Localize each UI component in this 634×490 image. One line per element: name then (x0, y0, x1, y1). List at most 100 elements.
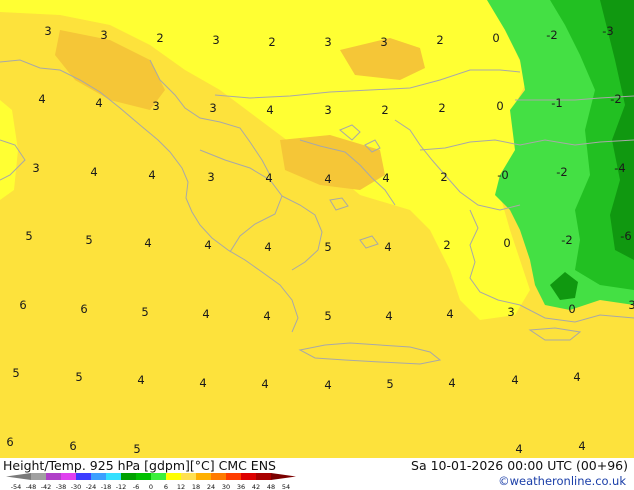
temperature-label: -2 (610, 92, 621, 106)
colorbar-swatch (31, 473, 47, 480)
temperature-label: 4 (573, 370, 580, 384)
map-title: Height/Temp. 925 hPa [gdpm][°C] CMC ENS (3, 458, 276, 473)
temperature-label: 3 (207, 170, 214, 184)
temperature-label: 4 (511, 373, 518, 387)
colorbar-label: -48 (26, 483, 37, 490)
colorbar-swatches (6, 473, 296, 480)
temperature-label: 2 (381, 103, 388, 117)
colorbar-swatch (106, 473, 122, 480)
temperature-label: -1 (551, 96, 562, 110)
temperature-label: 5 (324, 240, 331, 254)
temperature-label: 0 (568, 302, 575, 316)
temperature-label: 6 (19, 298, 26, 312)
temperature-label: 4 (202, 307, 209, 321)
forecast-datetime: Sa 10-01-2026 00:00 UTC (00+96) (411, 458, 628, 473)
colorbar-label: -30 (71, 483, 82, 490)
colorbar-label: 6 (164, 483, 168, 490)
temperature-label: 4 (578, 439, 585, 453)
colorbar-swatch (91, 473, 107, 480)
colorbar-label: 12 (177, 483, 185, 490)
colorbar-label: -38 (56, 483, 67, 490)
temperature-label: 4 (384, 240, 391, 254)
colorbar-label: 48 (267, 483, 275, 490)
temperature-label: 2 (443, 238, 450, 252)
temperature-label: 3 (324, 35, 331, 49)
temperature-label: -2 (556, 165, 567, 179)
temperature-label: 4 (515, 442, 522, 456)
colorbar: -54 -48 -42 -38 -30 -24 -18 -12 -6 0 6 12 18 24 30 36 42… (6, 473, 296, 490)
temperature-label: 5 (75, 370, 82, 384)
temperature-label: 3 (380, 35, 387, 49)
temperature-label: -0 (497, 168, 508, 182)
temperature-label: 2 (438, 101, 445, 115)
colorbar-label: -12 (116, 483, 127, 490)
credit-link[interactable]: ©weatheronline.co.uk (498, 474, 626, 488)
colorbar-label: -18 (101, 483, 112, 490)
colorbar-swatch (196, 473, 212, 480)
temperature-label: 5 (25, 229, 32, 243)
temperature-label: 5 (133, 442, 140, 456)
temperature-label: -2 (561, 233, 572, 247)
weather-map: 3 3 2 3 2 3 3 2 0 -2 -3 4 4 3 3 4 3 2 2 0 -1 -2 3 4 4 3 4 4 4 2 -0 -2 -4… (0, 0, 634, 458)
colorbar-label: 42 (252, 483, 260, 490)
colorbar-swatch (271, 473, 296, 480)
temperature-label: 5 (324, 309, 331, 323)
temperature-label: 4 (266, 103, 273, 117)
colorbar-label: 36 (237, 483, 245, 490)
temperature-label: 4 (265, 171, 272, 185)
colorbar-label: -42 (41, 483, 52, 490)
colorbar-swatch (136, 473, 152, 480)
temperature-label: 3 (152, 99, 159, 113)
colorbar-swatch (61, 473, 77, 480)
temperature-label: 0 (503, 236, 510, 250)
temperature-label: 3 (628, 298, 634, 312)
temperature-label: 4 (324, 172, 331, 186)
temperature-label: 3 (100, 28, 107, 42)
colorbar-label: 0 (149, 483, 153, 490)
temperature-label: 5 (85, 233, 92, 247)
temperature-label: 5 (141, 305, 148, 319)
temperature-label: 4 (263, 309, 270, 323)
temperature-label: 4 (95, 96, 102, 110)
colorbar-swatch (166, 473, 182, 480)
temperature-label: 4 (448, 376, 455, 390)
temperature-label: 5 (386, 377, 393, 391)
temperature-label: -4 (614, 161, 625, 175)
colorbar-label: -24 (86, 483, 97, 490)
colorbar-swatch (256, 473, 272, 480)
temperature-label: 6 (6, 435, 13, 449)
temperature-label: 3 (324, 103, 331, 117)
temperature-label: 3 (44, 24, 51, 38)
temperature-label: 0 (492, 31, 499, 45)
temperature-label: 4 (204, 238, 211, 252)
temperature-label: 3 (209, 101, 216, 115)
colorbar-label: 18 (192, 483, 200, 490)
temperature-label: 3 (212, 33, 219, 47)
temperature-label: 5 (12, 366, 19, 380)
temperature-label: 6 (69, 439, 76, 453)
colorbar-swatch (76, 473, 92, 480)
temperature-label: 4 (264, 240, 271, 254)
temperature-label: 6 (80, 302, 87, 316)
temperature-label: 2 (440, 170, 447, 184)
colorbar-swatch (6, 473, 31, 480)
colorbar-label: 30 (222, 483, 230, 490)
temperature-label: 4 (137, 373, 144, 387)
colorbar-swatch (211, 473, 227, 480)
colorbar-swatch (121, 473, 137, 480)
colorbar-swatch (181, 473, 197, 480)
temperature-label: 4 (261, 377, 268, 391)
temperature-label: 4 (199, 376, 206, 390)
temperature-label: 4 (385, 309, 392, 323)
temperature-label: 4 (324, 378, 331, 392)
temperature-label: 4 (446, 307, 453, 321)
temperature-label: -3 (602, 24, 613, 38)
colorbar-swatch (151, 473, 167, 480)
temperature-label: 3 (507, 305, 514, 319)
temperature-label: 4 (38, 92, 45, 106)
colorbar-label: 24 (207, 483, 215, 490)
colorbar-swatch (226, 473, 242, 480)
temperature-label: 3 (32, 161, 39, 175)
temperature-label: 2 (156, 31, 163, 45)
temperature-label: -2 (546, 28, 557, 42)
